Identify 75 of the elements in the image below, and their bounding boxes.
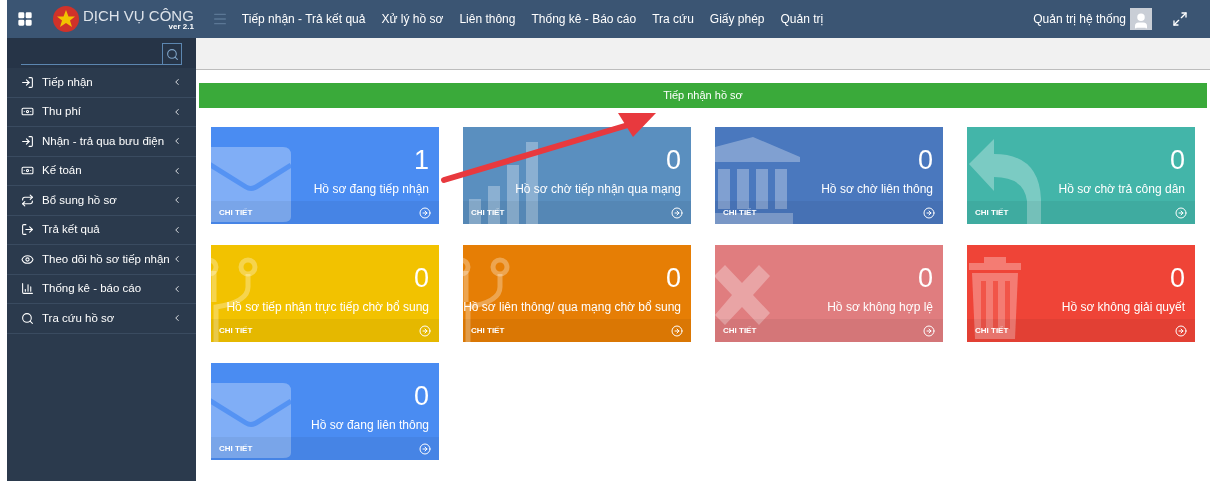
- sidebar-item[interactable]: Kế toán: [7, 156, 196, 186]
- menu-item-icon: [21, 282, 34, 296]
- card-footer[interactable]: CHI TIẾT: [967, 319, 1195, 342]
- logo-title: DỊCH VỤ CÔNG: [83, 7, 194, 23]
- arrow-circle-icon: [419, 442, 431, 455]
- sidebar-item[interactable]: Thống kê - báo cáo: [7, 274, 196, 304]
- section-header: Tiếp nhận hồ sơ: [199, 83, 1207, 108]
- sidebar-item[interactable]: Trả kết quả: [7, 215, 196, 245]
- apps-icon[interactable]: [17, 11, 33, 27]
- menu-item-icon: [21, 75, 34, 89]
- card-count: 0: [1169, 265, 1185, 292]
- card-footer[interactable]: CHI TIẾT: [211, 201, 439, 224]
- card-label: Hồ sơ đang tiếp nhận: [313, 181, 429, 198]
- version-label: ver 2.1: [168, 22, 194, 31]
- menu-item-icon: [21, 311, 34, 325]
- card-count: 0: [665, 147, 681, 174]
- logo-icon: [53, 6, 79, 32]
- stat-card[interactable]: 0 Hồ sơ chờ liên thông CHI TIẾT: [715, 127, 943, 224]
- stat-card[interactable]: 0 Hồ sơ liên thông/ qua mạng chờ bổ sung CHI TIẾT: [463, 245, 691, 342]
- arrow-circle-icon: [923, 206, 935, 219]
- nav-link[interactable]: Thống kê - Báo cáo: [531, 10, 637, 28]
- arrow-circle-icon: [671, 324, 683, 337]
- search-icon[interactable]: [165, 47, 179, 61]
- card-count: 0: [917, 265, 933, 292]
- card-footer[interactable]: CHI TIẾT: [463, 201, 691, 224]
- card-label: Hồ sơ chờ liên thông: [821, 181, 933, 198]
- sidebar-item[interactable]: Theo dõi hồ sơ tiếp nhận: [7, 245, 196, 275]
- card-footer[interactable]: CHI TIẾT: [967, 201, 1195, 224]
- card-label: Hồ sơ đang liên thông: [311, 417, 429, 434]
- card-footer[interactable]: CHI TIẾT: [715, 201, 943, 224]
- card-count: 0: [413, 383, 429, 410]
- arrow-circle-icon: [923, 324, 935, 337]
- arrow-circle-icon: [671, 206, 683, 219]
- menu-item-icon: [21, 223, 34, 237]
- card-footer[interactable]: CHI TIẾT: [463, 319, 691, 342]
- search-field[interactable]: [21, 43, 182, 65]
- card-label: Hồ sơ tiếp nhận trực tiếp chờ bổ sung: [226, 299, 429, 316]
- card-label: Hồ sơ chờ trả công dân: [1058, 181, 1185, 198]
- card-label: Hồ sơ liên thông/ qua mạng chờ bổ sung: [463, 299, 681, 316]
- nav-link[interactable]: Liên thông: [459, 10, 516, 28]
- stat-card[interactable]: 0 Hồ sơ không giải quyết CHI TIẾT: [967, 245, 1195, 342]
- card-count: 1: [413, 147, 429, 174]
- card-count: 0: [917, 147, 933, 174]
- user-name[interactable]: Quản trị hệ thống: [1033, 10, 1126, 28]
- card-footer[interactable]: CHI TIẾT: [211, 437, 439, 460]
- nav-link[interactable]: Xử lý hồ sơ: [381, 10, 444, 28]
- menu-item-icon: [21, 134, 34, 148]
- fullscreen-icon[interactable]: [1172, 11, 1188, 27]
- arrow-circle-icon: [1175, 324, 1187, 337]
- sidebar-item[interactable]: Tra cứu hồ sơ: [7, 304, 196, 334]
- card-label: Hồ sơ chờ tiếp nhận qua mạng: [515, 181, 681, 198]
- stat-card[interactable]: 0 Hồ sơ không hợp lệ CHI TIẾT: [715, 245, 943, 342]
- sidebar-item[interactable]: Thu phí: [7, 97, 196, 127]
- menu-item-icon: [21, 193, 34, 207]
- stat-card[interactable]: 0 Hồ sơ đang liên thông CHI TIẾT: [211, 363, 439, 460]
- card-footer[interactable]: CHI TIẾT: [715, 319, 943, 342]
- nav-link[interactable]: Giấy phép: [709, 10, 765, 28]
- nav-link[interactable]: Tiếp nhận - Trả kết quả: [241, 10, 366, 28]
- arrow-circle-icon: [419, 324, 431, 337]
- card-count: 0: [665, 265, 681, 292]
- menu-item-icon: [21, 252, 34, 266]
- arrow-circle-icon: [1175, 206, 1187, 219]
- stat-card[interactable]: 1 Hồ sơ đang tiếp nhận CHI TIẾT: [211, 127, 439, 224]
- sidebar-item[interactable]: Tiếp nhận: [7, 68, 196, 98]
- stat-card[interactable]: 0 Hồ sơ chờ tiếp nhận qua mạng CHI TIẾT: [463, 127, 691, 224]
- card-count: 0: [413, 265, 429, 292]
- sidebar-item[interactable]: Bổ sung hồ sơ: [7, 186, 196, 216]
- arrow-circle-icon: [419, 206, 431, 219]
- card-label: Hồ sơ không hợp lệ: [827, 299, 933, 316]
- card-label: Hồ sơ không giải quyết: [1061, 299, 1185, 316]
- stat-card[interactable]: 0 Hồ sơ chờ trả công dân CHI TIẾT: [967, 127, 1195, 224]
- card-count: 0: [1169, 147, 1185, 174]
- nav-link[interactable]: Quản trị: [780, 10, 824, 28]
- sidebar-item[interactable]: Nhận - trả qua bưu điện: [7, 127, 196, 157]
- nav-link[interactable]: Tra cứu: [652, 10, 694, 28]
